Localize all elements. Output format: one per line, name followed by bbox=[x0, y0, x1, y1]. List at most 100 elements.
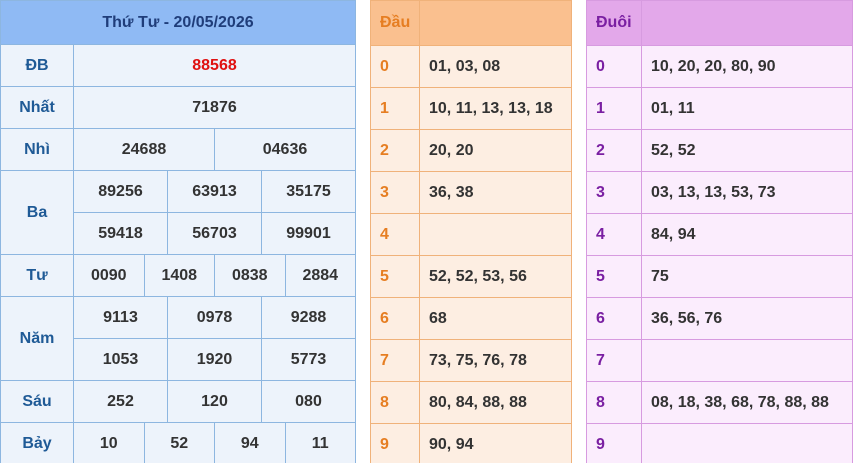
head-numbers: 01, 03, 08 bbox=[429, 57, 501, 75]
tail-digit: 4 bbox=[587, 214, 642, 255]
head-table-body: 0 01, 03, 08 1 10, 11, 13, 13, 18 2 20, 20 3 36… bbox=[371, 45, 571, 463]
head-digit: 2 bbox=[371, 130, 420, 171]
tail-numbers: 01, 11 bbox=[651, 99, 695, 117]
tail-digit-table: Đuôi 0 10, 20, 20, 80, 90 1 01, 11 2 52, 52 3 0… bbox=[586, 0, 853, 463]
tail-digit: 0 bbox=[587, 46, 642, 87]
prize-number: 63913 bbox=[167, 171, 261, 212]
prize-number: 56703 bbox=[167, 213, 261, 254]
prize-number: 52 bbox=[143, 423, 215, 463]
head-row: 1 10, 11, 13, 13, 18 bbox=[371, 87, 571, 129]
prize-label: Nhì bbox=[1, 129, 74, 170]
tail-numbers: 75 bbox=[651, 267, 669, 285]
prize-value-line: 89256 63913 35175 bbox=[74, 171, 355, 212]
tail-digit: 1 bbox=[587, 88, 642, 129]
tail-row: 4 84, 94 bbox=[587, 213, 852, 255]
head-digit: 6 bbox=[371, 298, 420, 339]
tail-table-header-blank bbox=[642, 1, 852, 45]
prize-number: 71876 bbox=[192, 98, 237, 116]
prize-label: Sáu bbox=[1, 381, 74, 422]
prize-number: 5773 bbox=[261, 339, 355, 380]
tail-numbers: 52, 52 bbox=[651, 141, 696, 159]
prize-row: Tư 0090 1408 0838 2884 bbox=[1, 255, 355, 297]
prize-value-line: 252 120 080 bbox=[74, 381, 355, 422]
head-digit: 7 bbox=[371, 340, 420, 381]
prize-number: 59418 bbox=[98, 224, 143, 242]
head-table-header: Đầu bbox=[371, 1, 571, 45]
tail-digit: 3 bbox=[587, 172, 642, 213]
prize-value-line: 10 52 94 11 bbox=[74, 423, 355, 463]
head-numbers: 73, 75, 76, 78 bbox=[429, 351, 527, 369]
tail-row: 9 bbox=[587, 423, 852, 463]
prize-number: 1053 bbox=[102, 350, 139, 368]
head-row: 8 80, 84, 88, 88 bbox=[371, 381, 571, 423]
prize-number: 24688 bbox=[121, 140, 167, 158]
prize-row: ĐB 88568 bbox=[1, 45, 355, 87]
head-table-header-blank bbox=[420, 1, 571, 45]
tail-row: 7 bbox=[587, 339, 852, 381]
tail-digit: 6 bbox=[587, 298, 642, 339]
tail-row: 0 10, 20, 20, 80, 90 bbox=[587, 45, 852, 87]
head-digit-table: Đầu 0 01, 03, 08 1 10, 11, 13, 13, 18 2 20, 2… bbox=[370, 0, 572, 463]
head-numbers: 20, 20 bbox=[429, 141, 474, 159]
prize-row: Nhì 24688 04636 bbox=[1, 129, 355, 171]
special-prize-number: 88568 bbox=[192, 56, 237, 74]
prize-number: 10 bbox=[99, 435, 118, 452]
head-digit: 9 bbox=[371, 424, 420, 463]
prize-number: 9288 bbox=[261, 297, 355, 338]
prize-label: Ba bbox=[1, 171, 74, 254]
prize-row: Bảy 10 52 94 11 bbox=[1, 423, 355, 463]
tail-digit: 9 bbox=[587, 424, 642, 463]
prize-row: Năm 9113 0978 9288 1053 1920 5773 bbox=[1, 297, 355, 381]
prize-number: 252 bbox=[107, 392, 134, 410]
tail-row: 3 03, 13, 13, 53, 73 bbox=[587, 171, 852, 213]
prize-number: 1920 bbox=[167, 339, 261, 380]
prize-label: Nhất bbox=[1, 87, 74, 128]
head-row: 6 68 bbox=[371, 297, 571, 339]
prize-number: 0838 bbox=[214, 255, 285, 296]
tail-numbers bbox=[642, 340, 852, 381]
results-date-title: Thứ Tư - 20/05/2026 bbox=[1, 1, 355, 45]
head-row: 7 73, 75, 76, 78 bbox=[371, 339, 571, 381]
head-digit: 4 bbox=[371, 214, 420, 255]
tail-digit: 7 bbox=[587, 340, 642, 381]
results-body: ĐB 88568 Nhất 71876 Nhì 24688 04636 Ba 89256 6391… bbox=[1, 45, 355, 463]
prize-number: 04636 bbox=[214, 129, 355, 170]
prize-number: 9113 bbox=[103, 308, 138, 326]
tail-digit: 5 bbox=[587, 256, 642, 297]
head-digit: 5 bbox=[371, 256, 420, 297]
tail-digit: 2 bbox=[587, 130, 642, 171]
tail-numbers: 10, 20, 20, 80, 90 bbox=[651, 57, 776, 75]
prize-number: 89256 bbox=[98, 182, 143, 200]
prize-values: 9113 0978 9288 1053 1920 5773 bbox=[74, 297, 355, 380]
head-numbers bbox=[420, 214, 571, 255]
head-row: 5 52, 52, 53, 56 bbox=[371, 255, 571, 297]
prize-number: 0090 bbox=[90, 266, 127, 284]
tail-numbers: 03, 13, 13, 53, 73 bbox=[651, 183, 776, 201]
prize-row: Ba 89256 63913 35175 59418 56703 99901 bbox=[1, 171, 355, 255]
head-numbers: 68 bbox=[429, 309, 447, 327]
prize-label: Tư bbox=[1, 255, 74, 296]
head-row: 9 90, 94 bbox=[371, 423, 571, 463]
head-numbers: 80, 84, 88, 88 bbox=[429, 393, 527, 411]
prize-number: 11 bbox=[284, 423, 356, 463]
tail-row: 6 36, 56, 76 bbox=[587, 297, 852, 339]
tail-table-body: 0 10, 20, 20, 80, 90 1 01, 11 2 52, 52 3 03, 13… bbox=[587, 45, 852, 463]
prize-values: 88568 bbox=[74, 45, 355, 86]
prize-values: 24688 04636 bbox=[74, 129, 355, 170]
prize-label: ĐB bbox=[1, 45, 74, 86]
tail-numbers: 08, 18, 38, 68, 78, 88, 88 bbox=[651, 393, 829, 411]
prize-number: 080 bbox=[261, 381, 355, 422]
tail-numbers: 84, 94 bbox=[651, 225, 696, 243]
tail-row: 1 01, 11 bbox=[587, 87, 852, 129]
prize-value-line: 88568 bbox=[74, 45, 355, 86]
prize-values: 0090 1408 0838 2884 bbox=[74, 255, 355, 296]
prize-row: Nhất 71876 bbox=[1, 87, 355, 129]
head-digit: 8 bbox=[371, 382, 420, 423]
head-numbers: 52, 52, 53, 56 bbox=[429, 267, 527, 285]
tail-digit: 8 bbox=[587, 382, 642, 423]
tail-row: 2 52, 52 bbox=[587, 129, 852, 171]
head-digit: 0 bbox=[371, 46, 420, 87]
tail-numbers bbox=[642, 424, 852, 463]
lottery-results-table: Thứ Tư - 20/05/2026 ĐB 88568 Nhất 71876 Nhì 2… bbox=[0, 0, 356, 463]
prize-value-line: 59418 56703 99901 bbox=[74, 212, 355, 254]
